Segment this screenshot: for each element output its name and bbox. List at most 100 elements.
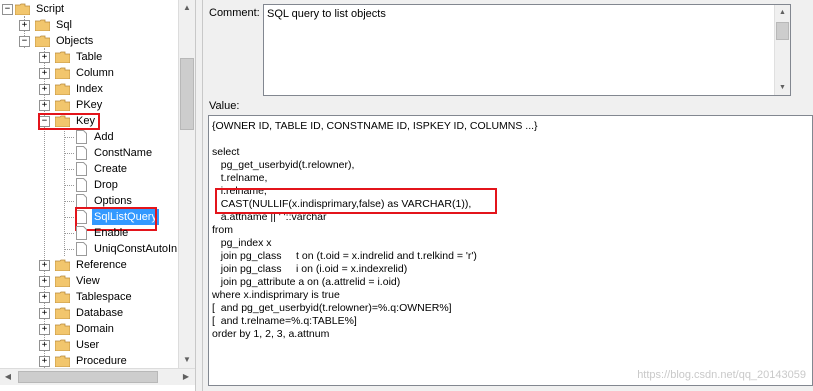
code-line: join pg_attribute a on (a.attrelid = i.o…: [212, 276, 401, 288]
expand-icon[interactable]: +: [39, 276, 50, 287]
scroll-up-arrow-icon[interactable]: ▲: [180, 0, 194, 16]
scroll-thumb[interactable]: [776, 22, 789, 40]
tree-vertical-scrollbar[interactable]: ▲ ▼: [178, 0, 195, 368]
tree-item-uniqconstautoindex[interactable]: UniqConstAutoIn: [0, 241, 178, 257]
script-file-icon: [76, 226, 87, 240]
folder-icon: [55, 67, 70, 79]
comment-label: Comment:: [209, 7, 260, 19]
folder-icon: [55, 291, 70, 303]
tree-horizontal-scrollbar[interactable]: ◀ ▶: [0, 368, 195, 385]
expand-icon[interactable]: +: [39, 84, 50, 95]
pane-splitter[interactable]: [195, 0, 203, 391]
expand-icon[interactable]: +: [39, 100, 50, 111]
tree-item-label: Script: [36, 3, 65, 15]
code-line: {OWNER ID, TABLE ID, CONSTNAME ID, ISPKE…: [212, 120, 538, 132]
code-line: join pg_class t on (t.oid = x.indrelid a…: [212, 250, 477, 262]
properties-pane: Comment: SQL query to list objects ▲ ▼ V…: [203, 0, 813, 391]
comment-scrollbar[interactable]: ▲ ▼: [774, 5, 790, 95]
tree-item-label: Column: [76, 67, 114, 79]
expand-icon[interactable]: +: [39, 260, 50, 271]
tree-item-label: Reference: [76, 259, 127, 271]
tree-item-label: Sql: [56, 19, 72, 31]
tree-item-label: View: [76, 275, 100, 287]
expand-icon[interactable]: +: [39, 324, 50, 335]
folder-icon: [55, 259, 70, 271]
scroll-right-arrow-icon[interactable]: ▶: [178, 369, 194, 385]
tree-item-domain[interactable]: + Domain: [0, 321, 178, 337]
value-code-editor[interactable]: {OWNER ID, TABLE ID, CONSTNAME ID, ISPKE…: [208, 115, 813, 386]
tree-connector: [64, 233, 74, 234]
tree-item-label: Domain: [76, 323, 114, 335]
expand-icon[interactable]: +: [19, 20, 30, 31]
folder-icon: [55, 339, 70, 351]
code-line: join pg_class i on (i.oid = x.indexrelid…: [212, 263, 408, 275]
tree-connector: [64, 137, 74, 138]
code-line: [ and pg_get_userbyid(t.relowner)=%.q:OW…: [212, 302, 452, 314]
scroll-thumb[interactable]: [18, 371, 158, 383]
tree-item-label: Add: [94, 131, 114, 143]
tree-item-label: Enable: [94, 227, 129, 239]
script-file-icon: [76, 130, 87, 144]
tree-item-label: Index: [76, 83, 103, 95]
scroll-down-arrow-icon[interactable]: ▼: [180, 352, 194, 368]
tree-item-add[interactable]: Add: [0, 129, 178, 145]
expand-icon[interactable]: +: [39, 356, 50, 367]
watermark: https://blog.csdn.net/qq_20143059: [637, 369, 806, 381]
tree-item-label: UniqConstAutoIn: [94, 243, 178, 255]
tree-item-database[interactable]: + Database: [0, 305, 178, 321]
folder-icon: [35, 35, 50, 47]
tree-item-index[interactable]: + Index: [0, 81, 178, 97]
scroll-thumb[interactable]: [180, 58, 194, 130]
comment-textarea[interactable]: SQL query to list objects ▲ ▼: [263, 4, 791, 96]
collapse-icon[interactable]: −: [2, 4, 13, 15]
tree-item-label: Database: [76, 307, 124, 319]
tree-item-user[interactable]: + User: [0, 337, 178, 353]
script-file-icon: [76, 242, 87, 256]
expand-icon[interactable]: +: [39, 292, 50, 303]
tree-item-script[interactable]: − Script: [0, 1, 178, 17]
tree-view[interactable]: − Script + Sql − Objects + Table + Colum…: [0, 0, 178, 368]
folder-icon: [55, 99, 70, 111]
expand-icon[interactable]: +: [39, 52, 50, 63]
tree-item-label: Drop: [94, 179, 118, 191]
tree-item-label: ConstName: [94, 147, 153, 159]
value-label: Value:: [209, 100, 240, 112]
expand-icon[interactable]: +: [39, 340, 50, 351]
tree-item-procedure[interactable]: + Procedure: [0, 353, 178, 368]
tree-item-create[interactable]: Create: [0, 161, 178, 177]
folder-icon: [55, 323, 70, 335]
collapse-icon[interactable]: −: [19, 36, 30, 47]
code-line: pg_get_userbyid(t.relowner),: [212, 159, 355, 171]
folder-icon: [15, 3, 30, 15]
expand-icon[interactable]: +: [39, 308, 50, 319]
folder-icon: [55, 83, 70, 95]
tree-item-reference[interactable]: + Reference: [0, 257, 178, 273]
tree-item-label: Tablespace: [76, 291, 132, 303]
tree-item-column[interactable]: + Column: [0, 65, 178, 81]
code-line: select: [212, 146, 240, 158]
tree-item-view[interactable]: + View: [0, 273, 178, 289]
scroll-up-arrow-icon[interactable]: ▲: [775, 5, 790, 20]
scroll-left-arrow-icon[interactable]: ◀: [0, 369, 16, 385]
tree-item-pkey[interactable]: + PKey: [0, 97, 178, 113]
scroll-down-arrow-icon[interactable]: ▼: [775, 80, 790, 95]
tree-item-constname[interactable]: ConstName: [0, 145, 178, 161]
code-line: t.relname,: [212, 172, 268, 184]
tree-item-objects[interactable]: − Objects: [0, 33, 178, 49]
tree-item-tablespace[interactable]: + Tablespace: [0, 289, 178, 305]
tree-connector: [64, 249, 74, 250]
tree-connector: [64, 217, 74, 218]
tree-item-label: PKey: [76, 99, 103, 111]
tree-item-sql[interactable]: + Sql: [0, 17, 178, 33]
tree-item-label: Create: [94, 163, 128, 175]
tree-item-label: Table: [76, 51, 103, 63]
tree-item-label: Objects: [56, 35, 94, 47]
tree-item-drop[interactable]: Drop: [0, 177, 178, 193]
tree-item-enable[interactable]: Enable: [0, 225, 178, 241]
tree-connector: [64, 169, 74, 170]
tree-connector: [64, 201, 74, 202]
expand-icon[interactable]: +: [39, 68, 50, 79]
tree-item-table[interactable]: + Table: [0, 49, 178, 65]
code-line: [ and t.relname=%.q:TABLE%]: [212, 315, 357, 327]
comment-text: SQL query to list objects: [267, 8, 386, 20]
